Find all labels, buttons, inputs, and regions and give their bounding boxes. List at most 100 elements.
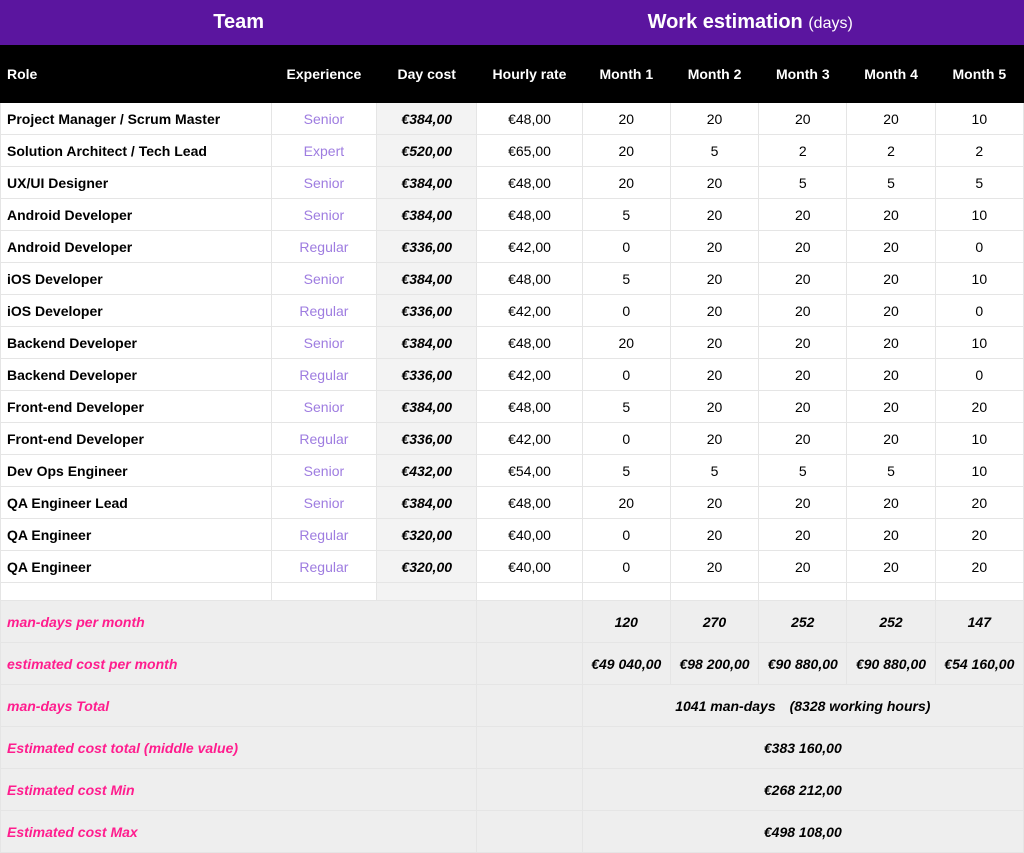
- month5-cell: 0: [935, 295, 1023, 327]
- total-mid-label: Estimated cost total (middle value): [1, 727, 477, 769]
- total-max-value: €498 108,00: [582, 811, 1023, 853]
- rate-cell: €40,00: [477, 551, 582, 583]
- daycost-cell: €520,00: [377, 135, 477, 167]
- role-cell: Front-end Developer: [1, 391, 272, 423]
- table-row: iOS DeveloperSenior€384,00€48,0052020201…: [1, 263, 1024, 295]
- month2-cell: 20: [670, 359, 758, 391]
- table-row: QA EngineerRegular€320,00€40,00020202020: [1, 551, 1024, 583]
- col-role: Role: [1, 45, 272, 103]
- month5-cell: 10: [935, 455, 1023, 487]
- month3-cell: 20: [759, 327, 847, 359]
- month3-cell: 20: [759, 519, 847, 551]
- month3-cell: 20: [759, 359, 847, 391]
- daycost-cell: €384,00: [377, 263, 477, 295]
- month5-cell: 10: [935, 199, 1023, 231]
- table-row: Android DeveloperSenior€384,00€48,005202…: [1, 199, 1024, 231]
- rate-cell: €48,00: [477, 487, 582, 519]
- month3-cell: 5: [759, 455, 847, 487]
- rate-cell: €48,00: [477, 327, 582, 359]
- experience-cell: Senior: [271, 103, 376, 135]
- col-month-1: Month 1: [582, 45, 670, 103]
- table-row: Front-end DeveloperSenior€384,00€48,0052…: [1, 391, 1024, 423]
- month5-cell: 0: [935, 231, 1023, 263]
- mandays-m4: 252: [847, 601, 935, 643]
- month3-cell: 20: [759, 199, 847, 231]
- daycost-cell: €384,00: [377, 391, 477, 423]
- rate-cell: €48,00: [477, 167, 582, 199]
- rate-cell: €42,00: [477, 231, 582, 263]
- experience-cell: Regular: [271, 295, 376, 327]
- month3-cell: 5: [759, 167, 847, 199]
- role-cell: Android Developer: [1, 231, 272, 263]
- month5-cell: 5: [935, 167, 1023, 199]
- table-row: Android DeveloperRegular€336,00€42,00020…: [1, 231, 1024, 263]
- role-cell: Dev Ops Engineer: [1, 455, 272, 487]
- month3-cell: 20: [759, 391, 847, 423]
- month4-cell: 20: [847, 263, 935, 295]
- month2-cell: 20: [670, 199, 758, 231]
- table-row: Front-end DeveloperRegular€336,00€42,000…: [1, 423, 1024, 455]
- month2-cell: 20: [670, 487, 758, 519]
- table-row: Project Manager / Scrum MasterSenior€384…: [1, 103, 1024, 135]
- table-row: QA EngineerRegular€320,00€40,00020202020: [1, 519, 1024, 551]
- total-min-value: €268 212,00: [582, 769, 1023, 811]
- cost-m3: €90 880,00: [759, 643, 847, 685]
- summary-total-min-row: Estimated cost Min €268 212,00: [1, 769, 1024, 811]
- rate-cell: €48,00: [477, 263, 582, 295]
- month4-cell: 20: [847, 359, 935, 391]
- table-row: iOS DeveloperRegular€336,00€42,000202020…: [1, 295, 1024, 327]
- month3-cell: 20: [759, 487, 847, 519]
- month3-cell: 20: [759, 103, 847, 135]
- month5-cell: 20: [935, 487, 1023, 519]
- cost-m5: €54 160,00: [935, 643, 1023, 685]
- month1-cell: 5: [582, 199, 670, 231]
- daycost-cell: €320,00: [377, 519, 477, 551]
- month4-cell: 20: [847, 327, 935, 359]
- month4-cell: 20: [847, 199, 935, 231]
- col-month-2: Month 2: [670, 45, 758, 103]
- experience-cell: Senior: [271, 263, 376, 295]
- month4-cell: 20: [847, 103, 935, 135]
- month2-cell: 5: [670, 455, 758, 487]
- role-cell: QA Engineer Lead: [1, 487, 272, 519]
- role-cell: Solution Architect / Tech Lead: [1, 135, 272, 167]
- daycost-cell: €384,00: [377, 327, 477, 359]
- month2-cell: 20: [670, 295, 758, 327]
- month1-cell: 5: [582, 455, 670, 487]
- month5-cell: 10: [935, 263, 1023, 295]
- summary-mandays-row: man-days per month 120 270 252 252 147: [1, 601, 1024, 643]
- month2-cell: 20: [670, 263, 758, 295]
- rate-cell: €48,00: [477, 391, 582, 423]
- month3-cell: 20: [759, 231, 847, 263]
- month1-cell: 0: [582, 519, 670, 551]
- rate-cell: €54,00: [477, 455, 582, 487]
- month5-cell: 0: [935, 359, 1023, 391]
- month1-cell: 20: [582, 487, 670, 519]
- estimation-table: Team Work estimation (days) Role Experie…: [0, 0, 1024, 853]
- summary-cost-row: estimated cost per month €49 040,00 €98 …: [1, 643, 1024, 685]
- table-row: Solution Architect / Tech LeadExpert€520…: [1, 135, 1024, 167]
- month1-cell: 20: [582, 103, 670, 135]
- month4-cell: 5: [847, 455, 935, 487]
- month4-cell: 20: [847, 231, 935, 263]
- summary-total-mid-row: Estimated cost total (middle value) €383…: [1, 727, 1024, 769]
- header-top-row: Team Work estimation (days): [1, 1, 1024, 45]
- cost-m1: €49 040,00: [582, 643, 670, 685]
- month2-cell: 20: [670, 231, 758, 263]
- total-mandays-value: 1041 man-days (8328 working hours): [582, 685, 1023, 727]
- month5-cell: 10: [935, 423, 1023, 455]
- col-month-3: Month 3: [759, 45, 847, 103]
- month1-cell: 20: [582, 327, 670, 359]
- header-work-estimation: Work estimation (days): [477, 1, 1024, 45]
- daycost-cell: €336,00: [377, 295, 477, 327]
- month2-cell: 20: [670, 551, 758, 583]
- daycost-cell: €320,00: [377, 551, 477, 583]
- month1-cell: 0: [582, 295, 670, 327]
- header-work-sub: (days): [808, 15, 852, 32]
- experience-cell: Regular: [271, 519, 376, 551]
- col-hourly-rate: Hourly rate: [477, 45, 582, 103]
- total-min-label: Estimated cost Min: [1, 769, 477, 811]
- month5-cell: 20: [935, 519, 1023, 551]
- experience-cell: Senior: [271, 455, 376, 487]
- month4-cell: 5: [847, 167, 935, 199]
